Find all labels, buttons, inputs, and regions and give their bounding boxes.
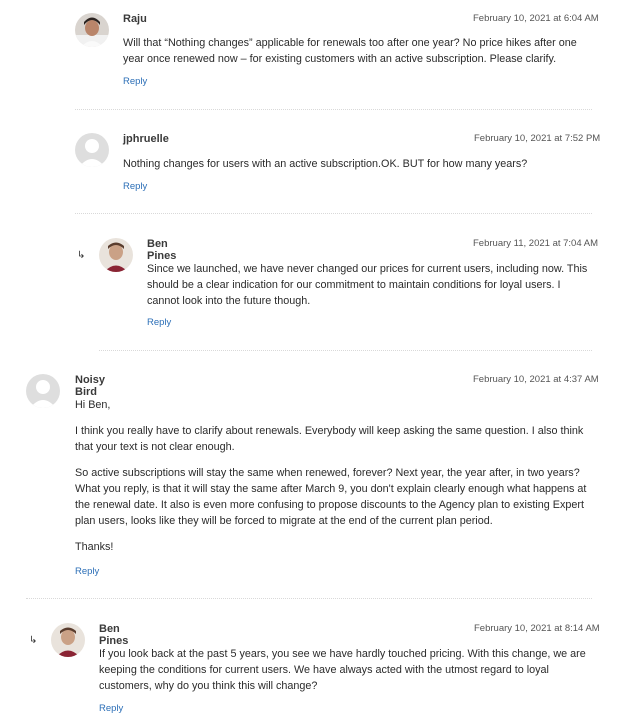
comment-body: If you look back at the past 5 years, yo…	[99, 646, 593, 704]
user-avatar-photo	[51, 623, 85, 657]
comment-paragraph: I think you really have to clarify about…	[75, 425, 584, 453]
comment-author: jphruelle	[123, 133, 169, 145]
comment-date: February 10, 2021 at 8:14 AM	[474, 623, 600, 634]
comment-date: February 11, 2021 at 7:04 AM	[473, 238, 598, 249]
reply-link[interactable]: Reply	[99, 703, 123, 714]
comment-author: Raju	[123, 13, 147, 25]
default-avatar-icon	[75, 133, 109, 167]
reply-arrow-icon: ↳	[29, 635, 38, 646]
comment-divider	[99, 350, 592, 351]
comment-author: Ben Pines	[99, 623, 129, 647]
comment-divider	[26, 598, 592, 599]
reply-link[interactable]: Reply	[123, 76, 147, 87]
comment-paragraph: If you look back at the past 5 years, yo…	[99, 648, 586, 692]
comment-paragraph: Will that “Nothing changes” applicable f…	[123, 37, 577, 65]
comment-date: February 10, 2021 at 6:04 AM	[473, 13, 599, 24]
comment-body: Nothing changes for users with an active…	[123, 156, 593, 182]
comment-divider	[75, 213, 592, 214]
comment-date: February 10, 2021 at 7:52 PM	[474, 133, 601, 144]
comment-author: Ben Pines	[147, 238, 177, 262]
comment-date: February 10, 2021 at 4:37 AM	[473, 374, 599, 385]
comment-paragraph: Thanks!	[75, 541, 114, 553]
user-avatar-photo	[75, 13, 109, 47]
comment-body: Since we launched, we have never changed…	[147, 261, 593, 319]
comment-paragraph: Since we launched, we have never changed…	[147, 263, 588, 307]
comment-paragraph: Hi Ben,	[75, 399, 111, 411]
comment-body: Will that “Nothing changes” applicable f…	[123, 35, 593, 77]
user-avatar-photo	[99, 238, 133, 272]
reply-link[interactable]: Reply	[75, 566, 99, 577]
comment-author: Noisy Bird	[75, 374, 105, 398]
default-avatar-icon	[26, 374, 60, 408]
reply-arrow-icon: ↳	[77, 250, 86, 261]
reply-link[interactable]: Reply	[123, 181, 147, 192]
comment-divider	[75, 109, 592, 110]
comment-paragraph: Nothing changes for users with an active…	[123, 158, 528, 170]
comment-paragraph: So active subscriptions will stay the sa…	[75, 467, 587, 527]
reply-link[interactable]: Reply	[147, 317, 171, 328]
comment-body: Hi Ben, I think you really have to clari…	[75, 397, 593, 565]
